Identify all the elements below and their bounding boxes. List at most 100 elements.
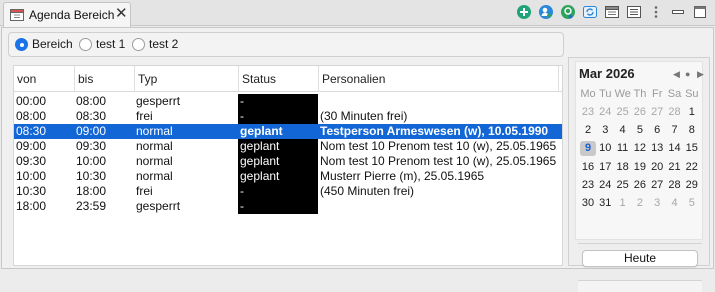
list-icon[interactable] — [626, 4, 642, 20]
radio-test-2[interactable]: test 2 — [132, 37, 184, 52]
cell-personalien — [318, 94, 562, 109]
radio-button[interactable] — [79, 38, 92, 51]
more-icon[interactable] — [648, 4, 664, 20]
cell-status: - — [238, 94, 318, 109]
calendar-day[interactable]: 10 — [597, 141, 613, 156]
calendar-day[interactable]: 21 — [667, 160, 683, 175]
calendar-day[interactable]: 30 — [580, 196, 596, 211]
calendar-day[interactable]: 20 — [649, 160, 665, 175]
calendar-day[interactable]: 1 — [684, 105, 700, 120]
calendar-day[interactable]: 2 — [580, 123, 596, 138]
agenda-table[interactable]: von bis Typ Status Personalien 00:00 08:0… — [13, 65, 563, 266]
cell-personalien — [318, 199, 562, 214]
weekday-label: Th — [633, 88, 647, 100]
calendar-day[interactable]: 16 — [580, 160, 596, 175]
table-row[interactable]: 08:00 08:30 frei - (30 Minuten frei) — [14, 109, 562, 124]
calendar-day[interactable]: 11 — [615, 141, 631, 156]
calendar-day[interactable]: 27 — [649, 105, 665, 120]
calendar-day[interactable]: 28 — [667, 178, 683, 193]
calendar-day[interactable]: 14 — [667, 141, 683, 156]
next-month-icon[interactable]: ▶ — [697, 69, 704, 80]
weekday-label: Tu — [599, 88, 612, 100]
cell-bis: 09:00 — [76, 124, 107, 138]
cell-bis: 08:00 — [76, 94, 107, 108]
calendar-day[interactable]: 3 — [597, 123, 613, 138]
calendar-day[interactable]: 25 — [615, 105, 631, 120]
minimize-icon[interactable] — [670, 4, 686, 20]
weekday-label: We — [614, 88, 631, 100]
calendar-day[interactable]: 1 — [615, 196, 631, 211]
calendar-day[interactable]: 4 — [615, 123, 631, 138]
calendar-day[interactable]: 15 — [684, 141, 700, 156]
cell-bis: 18:00 — [76, 184, 107, 198]
calendar-day[interactable]: 13 — [649, 141, 665, 156]
table-row[interactable]: 09:30 10:00 normal geplant Nom test 10 Preno… — [14, 154, 562, 169]
print-icon[interactable] — [604, 4, 620, 20]
cell-typ: normal — [136, 139, 173, 153]
table-row[interactable]: 10:00 10:30 normal geplant Musterr Pierre (m… — [14, 169, 562, 184]
table-row[interactable]: 10:30 18:00 frei - (450 Minuten frei) — [14, 184, 562, 199]
today-dot-icon[interactable]: ● — [685, 69, 690, 79]
cell-status: geplant — [238, 154, 318, 169]
radio-button-checked[interactable] — [15, 38, 28, 51]
calendar-icon — [10, 8, 24, 21]
calendar-day[interactable]: 17 — [597, 160, 613, 175]
calendar-day[interactable]: 26 — [632, 105, 648, 120]
calendar-day[interactable]: 31 — [597, 196, 613, 211]
close-icon[interactable]: ✕ — [115, 5, 128, 23]
cell-von: 10:00 — [16, 169, 47, 183]
calendar-day[interactable]: 29 — [684, 178, 700, 193]
calendar-day[interactable]: 18 — [615, 160, 631, 175]
tab-agenda-bereich[interactable]: Agenda Bereich ✕ — [3, 2, 131, 27]
calendar-day[interactable]: 6 — [649, 123, 665, 138]
calendar-day[interactable]: 7 — [667, 123, 683, 138]
column-header-typ[interactable]: Typ — [134, 66, 238, 92]
calendar-day[interactable]: 27 — [649, 178, 665, 193]
calendar-day[interactable]: 8 — [684, 123, 700, 138]
refresh-icon[interactable] — [582, 4, 598, 20]
table-row[interactable]: 08:30 09:00 normal geplant Testperson Armesw… — [14, 124, 562, 139]
add-icon[interactable] — [516, 4, 532, 20]
calendar-day[interactable]: 23 — [580, 178, 596, 193]
table-row[interactable]: 00:00 08:00 gesperrt - — [14, 94, 562, 109]
calendar-day[interactable]: 3 — [649, 196, 665, 211]
column-header-von[interactable]: von — [14, 66, 74, 92]
radio-test-1[interactable]: test 1 — [79, 37, 131, 52]
calendar-day[interactable]: 28 — [667, 105, 683, 120]
calendar-day[interactable]: 5 — [632, 123, 648, 138]
add-user-icon[interactable] — [538, 4, 554, 20]
calendar-day[interactable]: 19 — [632, 160, 648, 175]
cell-bis: 10:30 — [76, 169, 107, 183]
maximize-icon[interactable] — [692, 4, 708, 20]
agenda-view: Bereich test 1 test 2 von bis Typ Status… — [1, 27, 714, 292]
calendar-day[interactable]: 24 — [597, 178, 613, 193]
cell-typ: normal — [136, 154, 173, 168]
weekday-label: Sa — [667, 88, 682, 100]
calendar-month-title: Mar 2026 — [579, 66, 635, 81]
radio-bereich[interactable]: Bereich — [15, 37, 77, 52]
cell-personalien: (450 Minuten frei) — [320, 184, 415, 198]
radio-button[interactable] — [132, 38, 145, 51]
cell-personalien: Musterr Pierre (m), 25.05.1965 — [320, 169, 485, 183]
calendar-day[interactable]: 12 — [632, 141, 648, 156]
cell-status: geplant — [238, 124, 318, 139]
calendar-day[interactable]: 5 — [684, 196, 700, 211]
previous-month-icon[interactable]: ◀ — [673, 69, 680, 80]
add-appointment-icon[interactable] — [560, 4, 576, 20]
table-row[interactable]: 18:00 23:59 gesperrt - — [14, 199, 562, 214]
cell-bis: 23:59 — [76, 199, 107, 213]
calendar-day[interactable]: 25 — [615, 178, 631, 193]
calendar-day[interactable]: 23 — [580, 105, 596, 120]
calendar-day[interactable]: 4 — [667, 196, 683, 211]
today-button[interactable]: Heute — [582, 250, 698, 267]
calendar-day[interactable]: 26 — [632, 178, 648, 193]
calendar-day-today[interactable]: 9 — [580, 141, 596, 157]
column-header-personalien[interactable]: Personalien — [318, 66, 558, 92]
table-row[interactable]: 09:00 09:30 normal geplant Nom test 10 Preno… — [14, 139, 562, 154]
divider — [578, 243, 702, 244]
calendar-day[interactable]: 22 — [684, 160, 700, 175]
column-header-bis[interactable]: bis — [74, 66, 134, 92]
calendar-day[interactable]: 24 — [597, 105, 613, 120]
column-header-status[interactable]: Status — [238, 66, 318, 92]
calendar-day[interactable]: 2 — [632, 196, 648, 211]
